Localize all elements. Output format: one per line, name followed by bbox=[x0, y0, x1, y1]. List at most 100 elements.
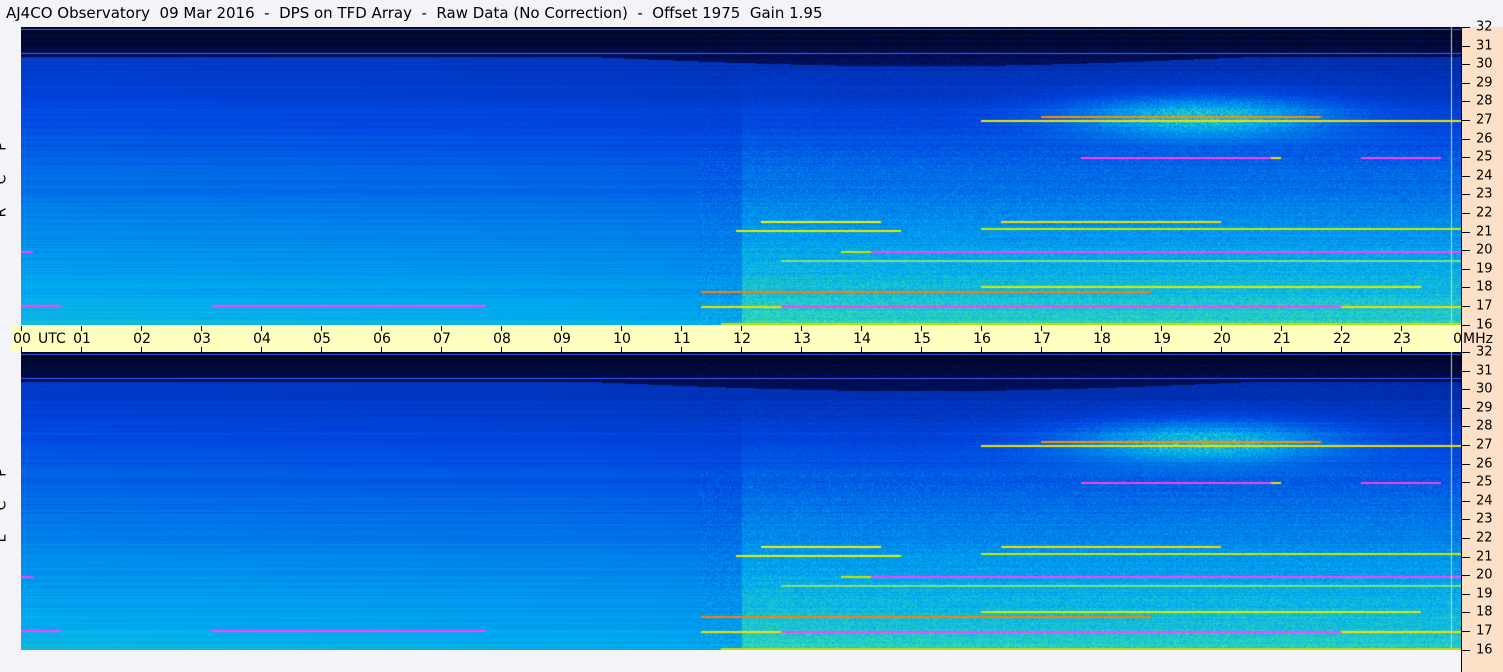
y-tick-label: 16 bbox=[1476, 642, 1493, 658]
x-tick-mark bbox=[141, 347, 142, 352]
x-tick-label: 19 bbox=[1153, 331, 1171, 347]
y-tick-mark bbox=[1462, 250, 1470, 252]
y-tick-mark bbox=[1462, 64, 1470, 66]
y-tick-label: 24 bbox=[1476, 168, 1493, 184]
x-tick-mark bbox=[801, 347, 802, 352]
y-tick-label: 20 bbox=[1476, 242, 1493, 258]
y-tick-label: 31 bbox=[1476, 363, 1493, 379]
x-tick-mark bbox=[1281, 347, 1282, 352]
y-tick-mark bbox=[1462, 407, 1470, 409]
x-tick-label: 05 bbox=[313, 331, 331, 347]
y-tick-mark bbox=[1462, 426, 1470, 428]
y-tick-label: 17 bbox=[1476, 298, 1493, 314]
y-tick-label: 16 bbox=[1476, 317, 1493, 333]
y-tick-mark bbox=[1462, 213, 1470, 214]
y-tick-mark bbox=[1462, 352, 1470, 353]
x-tick-mark bbox=[621, 347, 622, 352]
y-tick-label: 24 bbox=[1476, 493, 1493, 509]
x-tick-mark bbox=[321, 347, 322, 352]
x-tick-mark bbox=[1221, 347, 1222, 352]
y-tick-mark bbox=[1462, 445, 1470, 446]
y-tick-label: 26 bbox=[1476, 456, 1493, 472]
y-tick-label: 25 bbox=[1476, 474, 1493, 490]
x-tick-mark bbox=[981, 347, 982, 352]
y-tick-label: 27 bbox=[1476, 112, 1493, 128]
x-tick-mark bbox=[381, 347, 382, 352]
x-tick-label: 07 bbox=[433, 331, 451, 347]
y-tick-label: 30 bbox=[1476, 56, 1493, 72]
y-tick-mark bbox=[1462, 519, 1470, 521]
y-tick-mark bbox=[1462, 649, 1470, 651]
y-tick-mark bbox=[1462, 482, 1470, 484]
x-tick-label: 17 bbox=[1033, 331, 1051, 347]
x-tick-label: 08 bbox=[493, 331, 511, 347]
x-tick-label: 22 bbox=[1333, 331, 1351, 347]
y-tick-mark bbox=[1462, 45, 1470, 47]
y-tick-mark bbox=[1462, 27, 1470, 28]
x-tick-mark bbox=[201, 347, 202, 352]
y-tick-mark bbox=[1462, 556, 1470, 558]
chart-title: AJ4CO Observatory 09 Mar 2016 - DPS on T… bbox=[6, 4, 823, 22]
y-tick-label: 29 bbox=[1476, 400, 1493, 416]
panel-label-lcp: P C L bbox=[0, 456, 18, 555]
y-tick-mark bbox=[1462, 538, 1470, 539]
x-tick-mark bbox=[1401, 347, 1402, 352]
x-tick-label: 03 bbox=[193, 331, 211, 347]
x-tick-mark bbox=[681, 347, 682, 352]
y-tick-mark bbox=[1462, 389, 1470, 391]
y-tick-label: 22 bbox=[1476, 205, 1493, 221]
y-tick-mark bbox=[1462, 631, 1470, 632]
y-tick-label: 32 bbox=[1476, 19, 1493, 35]
y-tick-mark bbox=[1462, 500, 1470, 502]
x-tick-mark bbox=[1041, 347, 1042, 352]
y-tick-mark bbox=[1462, 157, 1470, 159]
x-tick-label: 10 bbox=[613, 331, 631, 347]
x-unit-label: UTC bbox=[38, 331, 66, 347]
x-tick-mark bbox=[561, 347, 562, 352]
x-tick-label: 16 bbox=[973, 331, 991, 347]
x-tick-mark bbox=[1161, 347, 1162, 352]
x-tick-label: 09 bbox=[553, 331, 571, 347]
x-tick-mark bbox=[741, 347, 742, 352]
y-tick-mark bbox=[1462, 324, 1470, 326]
x-tick-label: 11 bbox=[673, 331, 691, 347]
y-tick-mark bbox=[1462, 138, 1470, 140]
y-unit-label: MHz bbox=[1463, 331, 1493, 347]
y-tick-mark bbox=[1462, 120, 1470, 121]
x-tick-label: 12 bbox=[733, 331, 751, 347]
y-tick-mark bbox=[1462, 82, 1470, 84]
y-tick-label: 19 bbox=[1476, 586, 1493, 602]
x-tick-label: 00 bbox=[13, 331, 31, 347]
y-tick-label: 26 bbox=[1476, 131, 1493, 147]
y-tick-mark bbox=[1462, 370, 1470, 372]
x-tick-mark bbox=[921, 347, 922, 352]
y-tick-mark bbox=[1462, 194, 1470, 196]
x-tick-label: 18 bbox=[1093, 331, 1111, 347]
y-tick-label: 20 bbox=[1476, 567, 1493, 583]
y-tick-label: 29 bbox=[1476, 75, 1493, 91]
x-tick-mark bbox=[1101, 347, 1102, 352]
y-tick-label: 27 bbox=[1476, 437, 1493, 453]
spectrogram-lcp bbox=[21, 352, 1461, 650]
y-tick-mark bbox=[1462, 593, 1470, 595]
y-tick-label: 30 bbox=[1476, 381, 1493, 397]
y-tick-mark bbox=[1462, 463, 1470, 465]
x-tick-label: 14 bbox=[853, 331, 871, 347]
x-tick-mark bbox=[861, 347, 862, 352]
y-tick-mark bbox=[1462, 268, 1470, 270]
y-tick-label: 17 bbox=[1476, 623, 1493, 639]
y-tick-label: 21 bbox=[1476, 549, 1493, 565]
x-tick-label: 13 bbox=[793, 331, 811, 347]
x-tick-mark bbox=[501, 347, 502, 352]
y-tick-label: 22 bbox=[1476, 530, 1493, 546]
x-tick-mark bbox=[261, 347, 262, 352]
x-tick-mark bbox=[441, 347, 442, 352]
y-tick-label: 23 bbox=[1476, 511, 1493, 527]
panel-label-rcp: P C R bbox=[0, 130, 18, 229]
y-tick-label: 31 bbox=[1476, 38, 1493, 54]
y-tick-mark bbox=[1462, 231, 1470, 233]
x-tick-mark bbox=[81, 347, 82, 352]
y-tick-mark bbox=[1462, 101, 1470, 103]
x-tick-label: 04 bbox=[253, 331, 271, 347]
x-tick-mark bbox=[21, 347, 22, 352]
